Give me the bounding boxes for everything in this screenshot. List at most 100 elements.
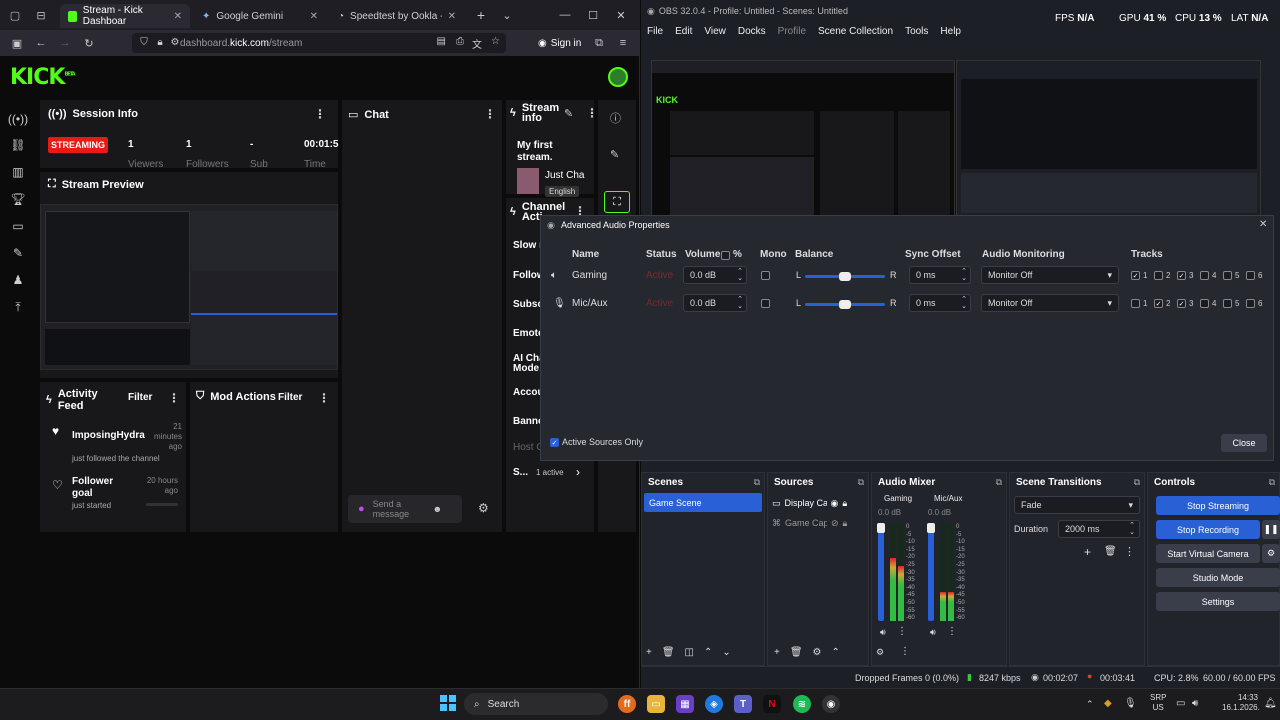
link-icon[interactable]: ⛓ xyxy=(10,138,25,152)
volume-input[interactable]: 0.0 dB ⌃ ⌄ xyxy=(683,266,747,284)
upload-icon[interactable]: ⤒ xyxy=(11,300,25,314)
mod-filter-button[interactable]: Filter xyxy=(278,392,302,403)
fullscreen-toggle-icon[interactable]: ⛶ xyxy=(604,191,630,213)
trash-icon[interactable]: 🗑︎ xyxy=(790,647,803,658)
balance-slider[interactable] xyxy=(805,300,885,309)
duration-input[interactable]: 2000 ms ⌃ ⌄ xyxy=(1058,520,1140,538)
broadcast-icon[interactable]: ((•)) xyxy=(8,112,28,126)
visibility-eye-icon[interactable]: ◉ xyxy=(831,498,839,509)
tab-kick-dashboard[interactable]: Stream - Kick Dashboar ✕ xyxy=(60,4,190,28)
kick-logo[interactable]: KICKBETA xyxy=(10,65,76,90)
add-transition-icon[interactable]: + xyxy=(1084,545,1091,559)
stream-preview-video[interactable] xyxy=(40,204,338,370)
menu-scene-collection[interactable]: Scene Collection xyxy=(818,26,893,37)
close-window-icon[interactable]: ✕ xyxy=(614,8,628,22)
more-options-icon[interactable]: ⋮ xyxy=(484,107,496,121)
track-checkbox[interactable] xyxy=(1246,299,1255,308)
video-icon[interactable]: ▭ xyxy=(11,219,25,233)
activity-username[interactable]: ImposingHydra xyxy=(72,430,145,441)
fader-handle[interactable] xyxy=(877,523,885,533)
mixer-menu-icon[interactable]: ⋮ xyxy=(900,646,910,657)
menu-docks[interactable]: Docks xyxy=(738,26,766,37)
info-circle-icon[interactable]: ⓘ xyxy=(610,110,621,126)
add-icon[interactable]: + xyxy=(646,647,652,658)
extensions-icon[interactable]: ⧉ xyxy=(592,36,606,50)
audio-monitoring-select[interactable]: Monitor Off ▾ xyxy=(981,294,1119,312)
dock-undock-icon[interactable]: ⧉ xyxy=(858,477,864,488)
track-checkbox[interactable] xyxy=(1200,271,1209,280)
lock-icon[interactable]: 🔒︎ xyxy=(842,498,847,509)
start-button-icon[interactable] xyxy=(440,695,456,711)
stepper-icon[interactable]: ⌃ ⌄ xyxy=(961,296,967,310)
window-menu-icon[interactable]: ▢ xyxy=(8,8,22,22)
stepper-icon[interactable]: ⌃ ⌄ xyxy=(737,268,743,282)
track-checkbox[interactable]: ✓ xyxy=(1154,299,1163,308)
action-account-age[interactable]: Accou xyxy=(513,387,544,398)
speaker-icon[interactable]: 🔊︎ xyxy=(930,627,936,638)
clock[interactable]: 14:33 16.1.2026. xyxy=(1222,693,1260,713)
visibility-hidden-icon[interactable]: ⊘ xyxy=(831,518,839,529)
lock-icon[interactable]: 🔒︎ xyxy=(154,36,166,48)
emote-icon[interactable]: ● xyxy=(358,503,365,515)
firefox-icon[interactable]: ff xyxy=(618,695,636,713)
teams-icon[interactable]: T xyxy=(734,695,752,713)
netflix-icon[interactable]: N xyxy=(763,695,781,713)
media-app-icon[interactable]: ▦ xyxy=(676,695,694,713)
new-tab-icon[interactable]: + xyxy=(474,7,488,23)
percent-toggle-checkbox[interactable] xyxy=(721,251,730,260)
stepper-icon[interactable]: ⌃ ⌄ xyxy=(961,268,967,282)
transition-options-icon[interactable]: ⋮ xyxy=(1124,545,1135,558)
track-checkbox[interactable] xyxy=(1200,299,1209,308)
tray-app-icon[interactable]: ◆ xyxy=(1104,698,1112,709)
move-up-icon[interactable]: ⌃ xyxy=(704,647,712,658)
trash-icon[interactable]: 🗑︎ xyxy=(662,647,675,658)
volume-fader-gaming[interactable] xyxy=(877,523,885,621)
microphone-tray-icon[interactable]: 🎙︎ xyxy=(1124,698,1137,709)
taskbar-search[interactable]: ⌕ Search xyxy=(464,693,608,715)
channel-options-icon[interactable]: ⋮ xyxy=(897,626,907,637)
close-tab-icon[interactable]: ✕ xyxy=(174,11,182,22)
sync-offset-input[interactable]: 0 ms ⌃ ⌄ xyxy=(909,266,971,284)
close-dialog-icon[interactable]: ✕ xyxy=(1259,219,1267,230)
bookmark-star-icon[interactable]: ☆ xyxy=(491,36,500,47)
move-down-icon[interactable]: ⌄ xyxy=(722,647,730,658)
menu-file[interactable]: File xyxy=(647,26,663,37)
dock-undock-icon[interactable]: ⧉ xyxy=(1134,477,1140,488)
channel-options-icon[interactable]: ⋮ xyxy=(947,626,957,637)
track-checkbox[interactable]: ✓ xyxy=(1177,299,1186,308)
tab-overview-icon[interactable]: ⊟ xyxy=(34,8,48,22)
community-icon[interactable]: ♟ xyxy=(11,273,25,287)
lock-icon[interactable]: 🔒︎ xyxy=(843,518,848,529)
copilot-icon[interactable]: ◈ xyxy=(705,695,723,713)
stop-recording-button[interactable]: Stop Recording xyxy=(1156,520,1260,539)
mono-checkbox[interactable] xyxy=(761,299,770,308)
spotify-icon[interactable]: ≋ xyxy=(793,695,811,713)
volume-input[interactable]: 0.0 dB ⌃ ⌄ xyxy=(683,294,747,312)
screenshot-icon[interactable]: ⎙ xyxy=(456,36,464,47)
dock-undock-icon[interactable]: ⧉ xyxy=(1269,477,1275,488)
close-tab-icon[interactable]: ✕ xyxy=(310,11,318,22)
tools-icon[interactable]: ✎ xyxy=(11,246,25,260)
studio-mode-button[interactable]: Studio Mode xyxy=(1156,568,1280,587)
menu-help[interactable]: Help xyxy=(940,26,961,37)
reader-view-icon[interactable]: ▤ xyxy=(437,36,446,47)
volume-icon[interactable]: 🔊︎ xyxy=(1192,698,1198,709)
menu-view[interactable]: View xyxy=(704,26,726,37)
start-virtual-camera-button[interactable]: Start Virtual Camera xyxy=(1156,544,1260,563)
obs-taskbar-icon[interactable]: ◉ xyxy=(822,695,840,713)
chat-settings-icon[interactable]: ⚙ xyxy=(478,501,489,515)
volume-fader-mic[interactable] xyxy=(927,523,935,621)
user-avatar[interactable] xyxy=(608,67,628,87)
close-tab-icon[interactable]: ✕ xyxy=(448,11,456,22)
translate-icon[interactable]: 文 xyxy=(472,36,482,51)
tab-speedtest[interactable]: ◔ Speedtest by Ookla - The G ✕ xyxy=(330,4,464,28)
menu-profile[interactable]: Profile xyxy=(778,26,806,37)
virtual-camera-settings-icon[interactable]: ⚙ xyxy=(1262,544,1280,563)
source-item-display-capture[interactable]: ▭ Display Ca ◉ 🔒︎ xyxy=(772,496,868,510)
notifications-bell-icon[interactable]: 🔔︎ xyxy=(1264,698,1277,709)
move-up-icon[interactable]: ⌃ xyxy=(832,647,840,658)
tab-google-gemini[interactable]: ✦ Google Gemini ✕ xyxy=(194,4,326,28)
close-button[interactable]: Close xyxy=(1221,434,1267,452)
gear-icon[interactable]: ⚙ xyxy=(813,647,822,658)
file-explorer-icon[interactable]: ▭ xyxy=(647,695,665,713)
